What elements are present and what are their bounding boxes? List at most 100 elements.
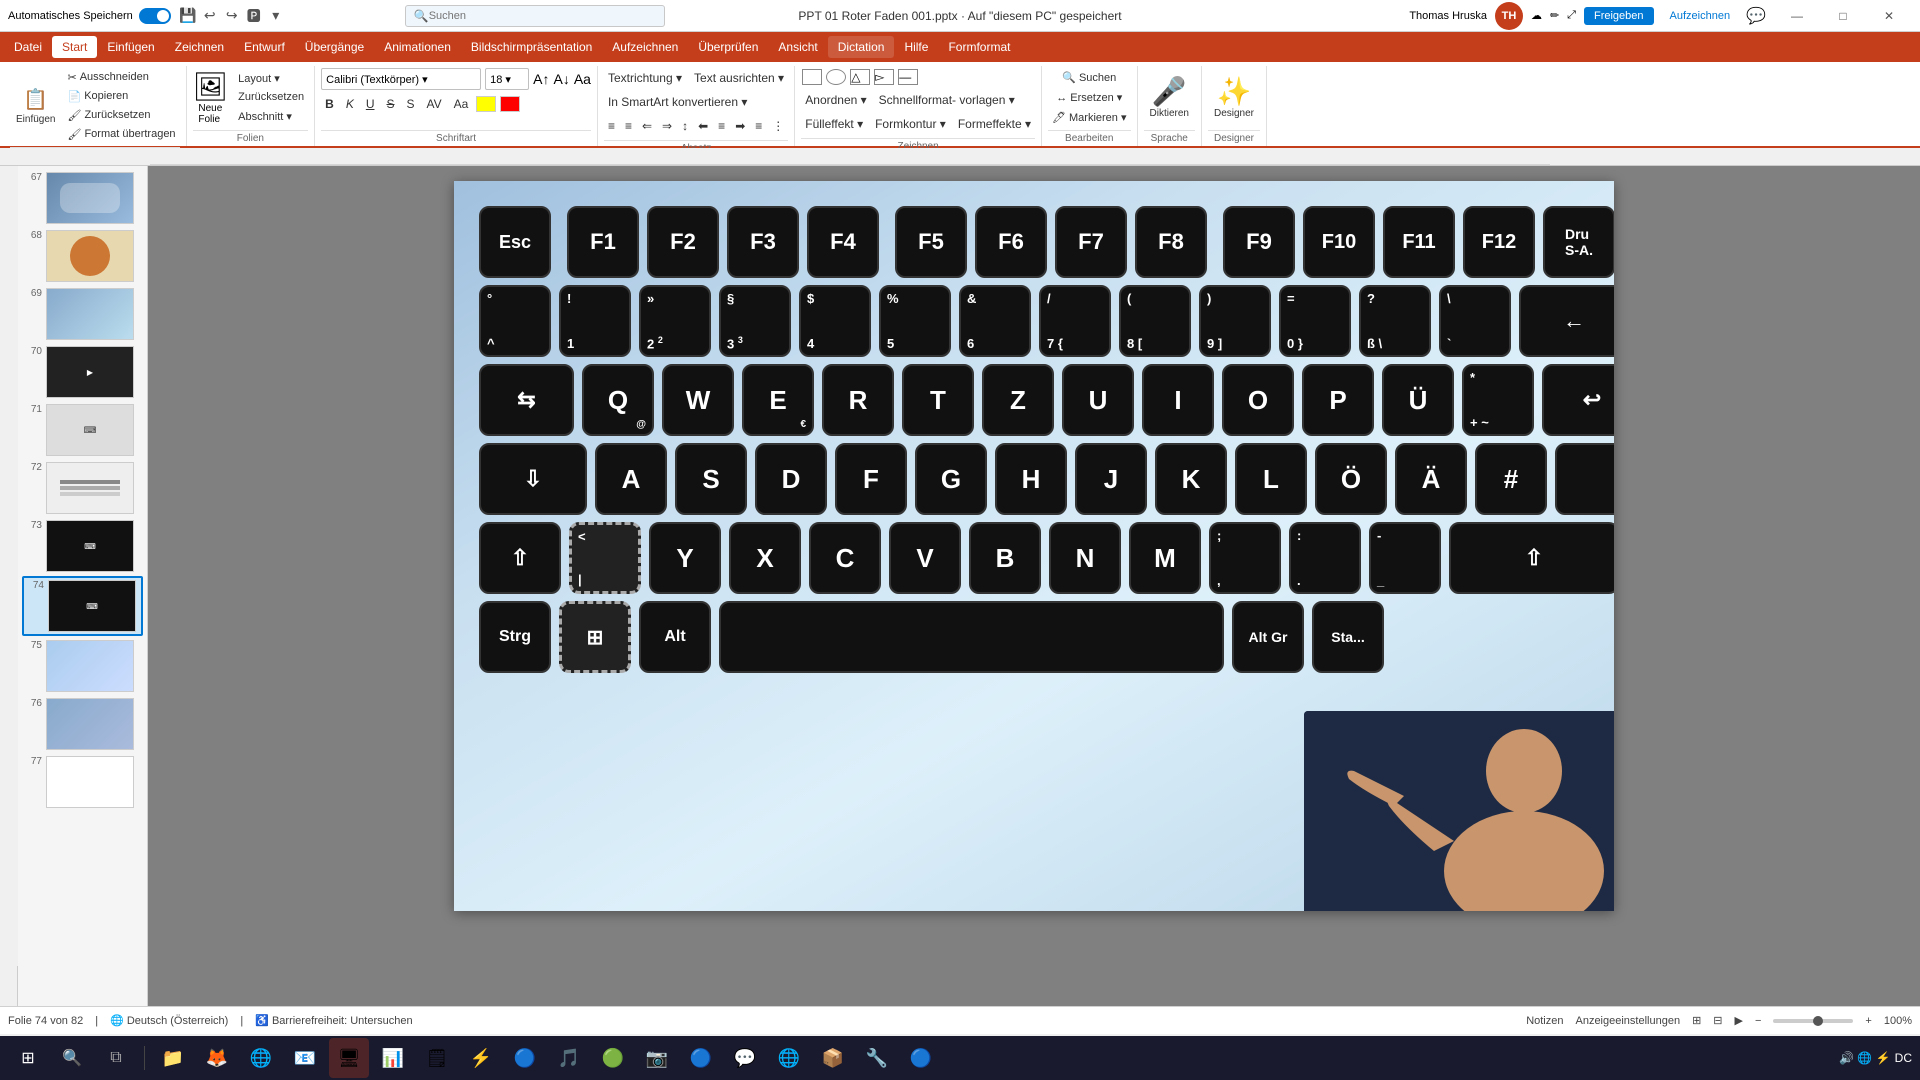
tray-icons[interactable]: 🔊 🌐 ⚡: [1839, 1051, 1891, 1065]
minimize-button[interactable]: —: [1774, 0, 1820, 32]
kopieren-button[interactable]: 📄 Kopieren: [63, 87, 179, 105]
maximize-button[interactable]: □: [1820, 0, 1866, 32]
taskbar-excel[interactable]: 📊: [373, 1038, 413, 1078]
accessibility-status[interactable]: ♿ Barrierefreiheit: Untersuchen: [255, 1014, 412, 1027]
shrink-font-icon[interactable]: A↓: [553, 71, 569, 87]
menu-formformat[interactable]: Formformat: [938, 36, 1020, 58]
spacing-button[interactable]: AV: [423, 94, 446, 114]
text-ausrichten-button[interactable]: Text ausrichten ▾: [690, 68, 788, 88]
view-grid-icon[interactable]: ⊟: [1713, 1014, 1722, 1027]
ersetzen-button[interactable]: ↔ Ersetzen ▾: [1052, 88, 1126, 106]
indent-less-button[interactable]: ⇐: [638, 116, 656, 136]
close-button[interactable]: ✕: [1866, 0, 1912, 32]
view-settings-button[interactable]: Anzeigeeinstellungen: [1575, 1015, 1680, 1027]
slide-thumb-77[interactable]: 77: [22, 754, 143, 810]
shape-more[interactable]: ▻: [874, 69, 894, 85]
taskbar-firefox[interactable]: 🦊: [197, 1038, 237, 1078]
slide-thumb-69[interactable]: 69: [22, 286, 143, 342]
indent-more-button[interactable]: ⇒: [658, 116, 676, 136]
strikethrough-button[interactable]: S: [383, 94, 399, 114]
search-box[interactable]: 🔍: [405, 5, 665, 27]
taskbar-app1[interactable]: ⚡: [461, 1038, 501, 1078]
taskbar-msg[interactable]: 💬: [725, 1038, 765, 1078]
zuruecksetzen2-button[interactable]: Zurücksetzen: [234, 88, 308, 106]
more-icon[interactable]: ▾: [267, 7, 285, 25]
taskbar-app4[interactable]: 🔵: [901, 1038, 941, 1078]
shape-line[interactable]: —: [898, 69, 918, 85]
list-button[interactable]: ≡: [604, 116, 619, 136]
view-slide-icon[interactable]: ▶: [1735, 1014, 1743, 1027]
taskbar-chrome[interactable]: 🌐: [241, 1038, 281, 1078]
zoom-percent[interactable]: 100%: [1884, 1015, 1912, 1027]
fuellung-button[interactable]: Fülleffekt ▾: [801, 114, 867, 134]
language-display[interactable]: 🌐 Deutsch (Österreich): [110, 1014, 228, 1027]
taskbar-explorer[interactable]: 📁: [153, 1038, 193, 1078]
smartart-button[interactable]: In SmartArt konvertieren ▾: [604, 92, 751, 112]
cloud-icon[interactable]: ☁: [1531, 9, 1542, 22]
slide-thumb-68[interactable]: 68: [22, 228, 143, 284]
menu-ansicht[interactable]: Ansicht: [768, 36, 827, 58]
taskbar-settings[interactable]: 🔧: [857, 1038, 897, 1078]
underline-button[interactable]: U: [362, 94, 379, 114]
slide-panel[interactable]: 67 68 69 70: [18, 166, 148, 1006]
markieren-button[interactable]: 🖊 Markieren ▾: [1048, 108, 1131, 126]
textrichtung-button[interactable]: Textrichtung ▾: [604, 68, 686, 88]
menu-ueberpruefen[interactable]: Überprüfen: [688, 36, 768, 58]
taskbar-taskview[interactable]: ⧉: [96, 1038, 136, 1078]
menu-start[interactable]: Start: [52, 36, 97, 58]
case-button[interactable]: Aa: [450, 94, 473, 114]
taskbar-search[interactable]: 🔍: [52, 1038, 92, 1078]
start-button[interactable]: ⊞: [8, 1038, 48, 1078]
view-normal-icon[interactable]: ⊞: [1692, 1014, 1701, 1027]
menu-hilfe[interactable]: Hilfe: [894, 36, 938, 58]
shape-oval[interactable]: [826, 69, 846, 85]
designer-button[interactable]: ✨ Designer: [1208, 69, 1260, 125]
menu-dictation[interactable]: Dictation: [828, 36, 895, 58]
search-input[interactable]: [429, 10, 629, 22]
effekt-button[interactable]: Formeffekte ▾: [954, 114, 1035, 134]
highlight-color[interactable]: [476, 96, 496, 112]
menu-aufzeichnen[interactable]: Aufzeichnen: [602, 36, 688, 58]
zuruecksetzen-button[interactable]: 🖌 Zurücksetzen: [63, 106, 179, 124]
shadow-button[interactable]: S: [403, 94, 419, 114]
pen-icon[interactable]: ✏: [1550, 9, 1559, 22]
taskbar-app2[interactable]: 🔵: [505, 1038, 545, 1078]
taskbar-media[interactable]: 🎵: [549, 1038, 589, 1078]
font-color[interactable]: [500, 96, 520, 112]
slide-thumb-76[interactable]: 76: [22, 696, 143, 752]
taskbar-camera[interactable]: 📷: [637, 1038, 677, 1078]
shape-rect[interactable]: [802, 69, 822, 85]
layout-button[interactable]: Layout ▾: [234, 69, 308, 87]
slide-thumb-75[interactable]: 75: [22, 638, 143, 694]
slide-thumb-74[interactable]: 74 ⌨: [22, 576, 143, 636]
user-avatar[interactable]: TH: [1495, 2, 1523, 30]
autosave-toggle[interactable]: [139, 8, 171, 24]
einfuegen-button[interactable]: 📋 Einfügen: [10, 78, 61, 134]
redo-icon[interactable]: ↪: [223, 7, 241, 25]
menu-entwurf[interactable]: Entwurf: [234, 36, 295, 58]
justify-button[interactable]: ≡: [751, 116, 766, 136]
expand-icon[interactable]: ⤢: [1567, 9, 1576, 22]
save-icon[interactable]: 💾: [179, 7, 197, 25]
clear-format-icon[interactable]: Aa: [574, 71, 591, 87]
menu-einfuegen[interactable]: Einfügen: [97, 36, 164, 58]
menu-bildschirm[interactable]: Bildschirmpräsentation: [461, 36, 602, 58]
abschnitt-button[interactable]: Abschnitt ▾: [234, 107, 308, 125]
comments-btn[interactable]: 💬: [1746, 6, 1766, 26]
menu-uebergaenge[interactable]: Übergänge: [295, 36, 374, 58]
diktieren-button[interactable]: 🎤 Diktieren: [1144, 69, 1195, 125]
slide-thumb-73[interactable]: 73 ⌨: [22, 518, 143, 574]
zoom-out-icon[interactable]: −: [1755, 1015, 1761, 1027]
taskbar-pkg[interactable]: 📦: [813, 1038, 853, 1078]
align-left-button[interactable]: ⬅: [694, 116, 712, 136]
menu-datei[interactable]: Datei: [4, 36, 52, 58]
line-spacing-button[interactable]: ↕: [678, 116, 692, 136]
font-family-selector[interactable]: Calibri (Textkörper) ▾: [321, 68, 481, 90]
slide-thumb-71[interactable]: 71 ⌨: [22, 402, 143, 458]
slide-thumb-67[interactable]: 67: [22, 170, 143, 226]
align-center-button[interactable]: ≡: [714, 116, 729, 136]
font-size-selector[interactable]: 18 ▾: [485, 68, 529, 90]
zoom-in-icon[interactable]: +: [1865, 1015, 1871, 1027]
record-btn[interactable]: Aufzeichnen: [1662, 7, 1739, 25]
canvas-area[interactable]: Esc F1 F2 F3 F4 F5 F6 F7 F8 F9 F10 F11 F…: [148, 166, 1920, 1006]
